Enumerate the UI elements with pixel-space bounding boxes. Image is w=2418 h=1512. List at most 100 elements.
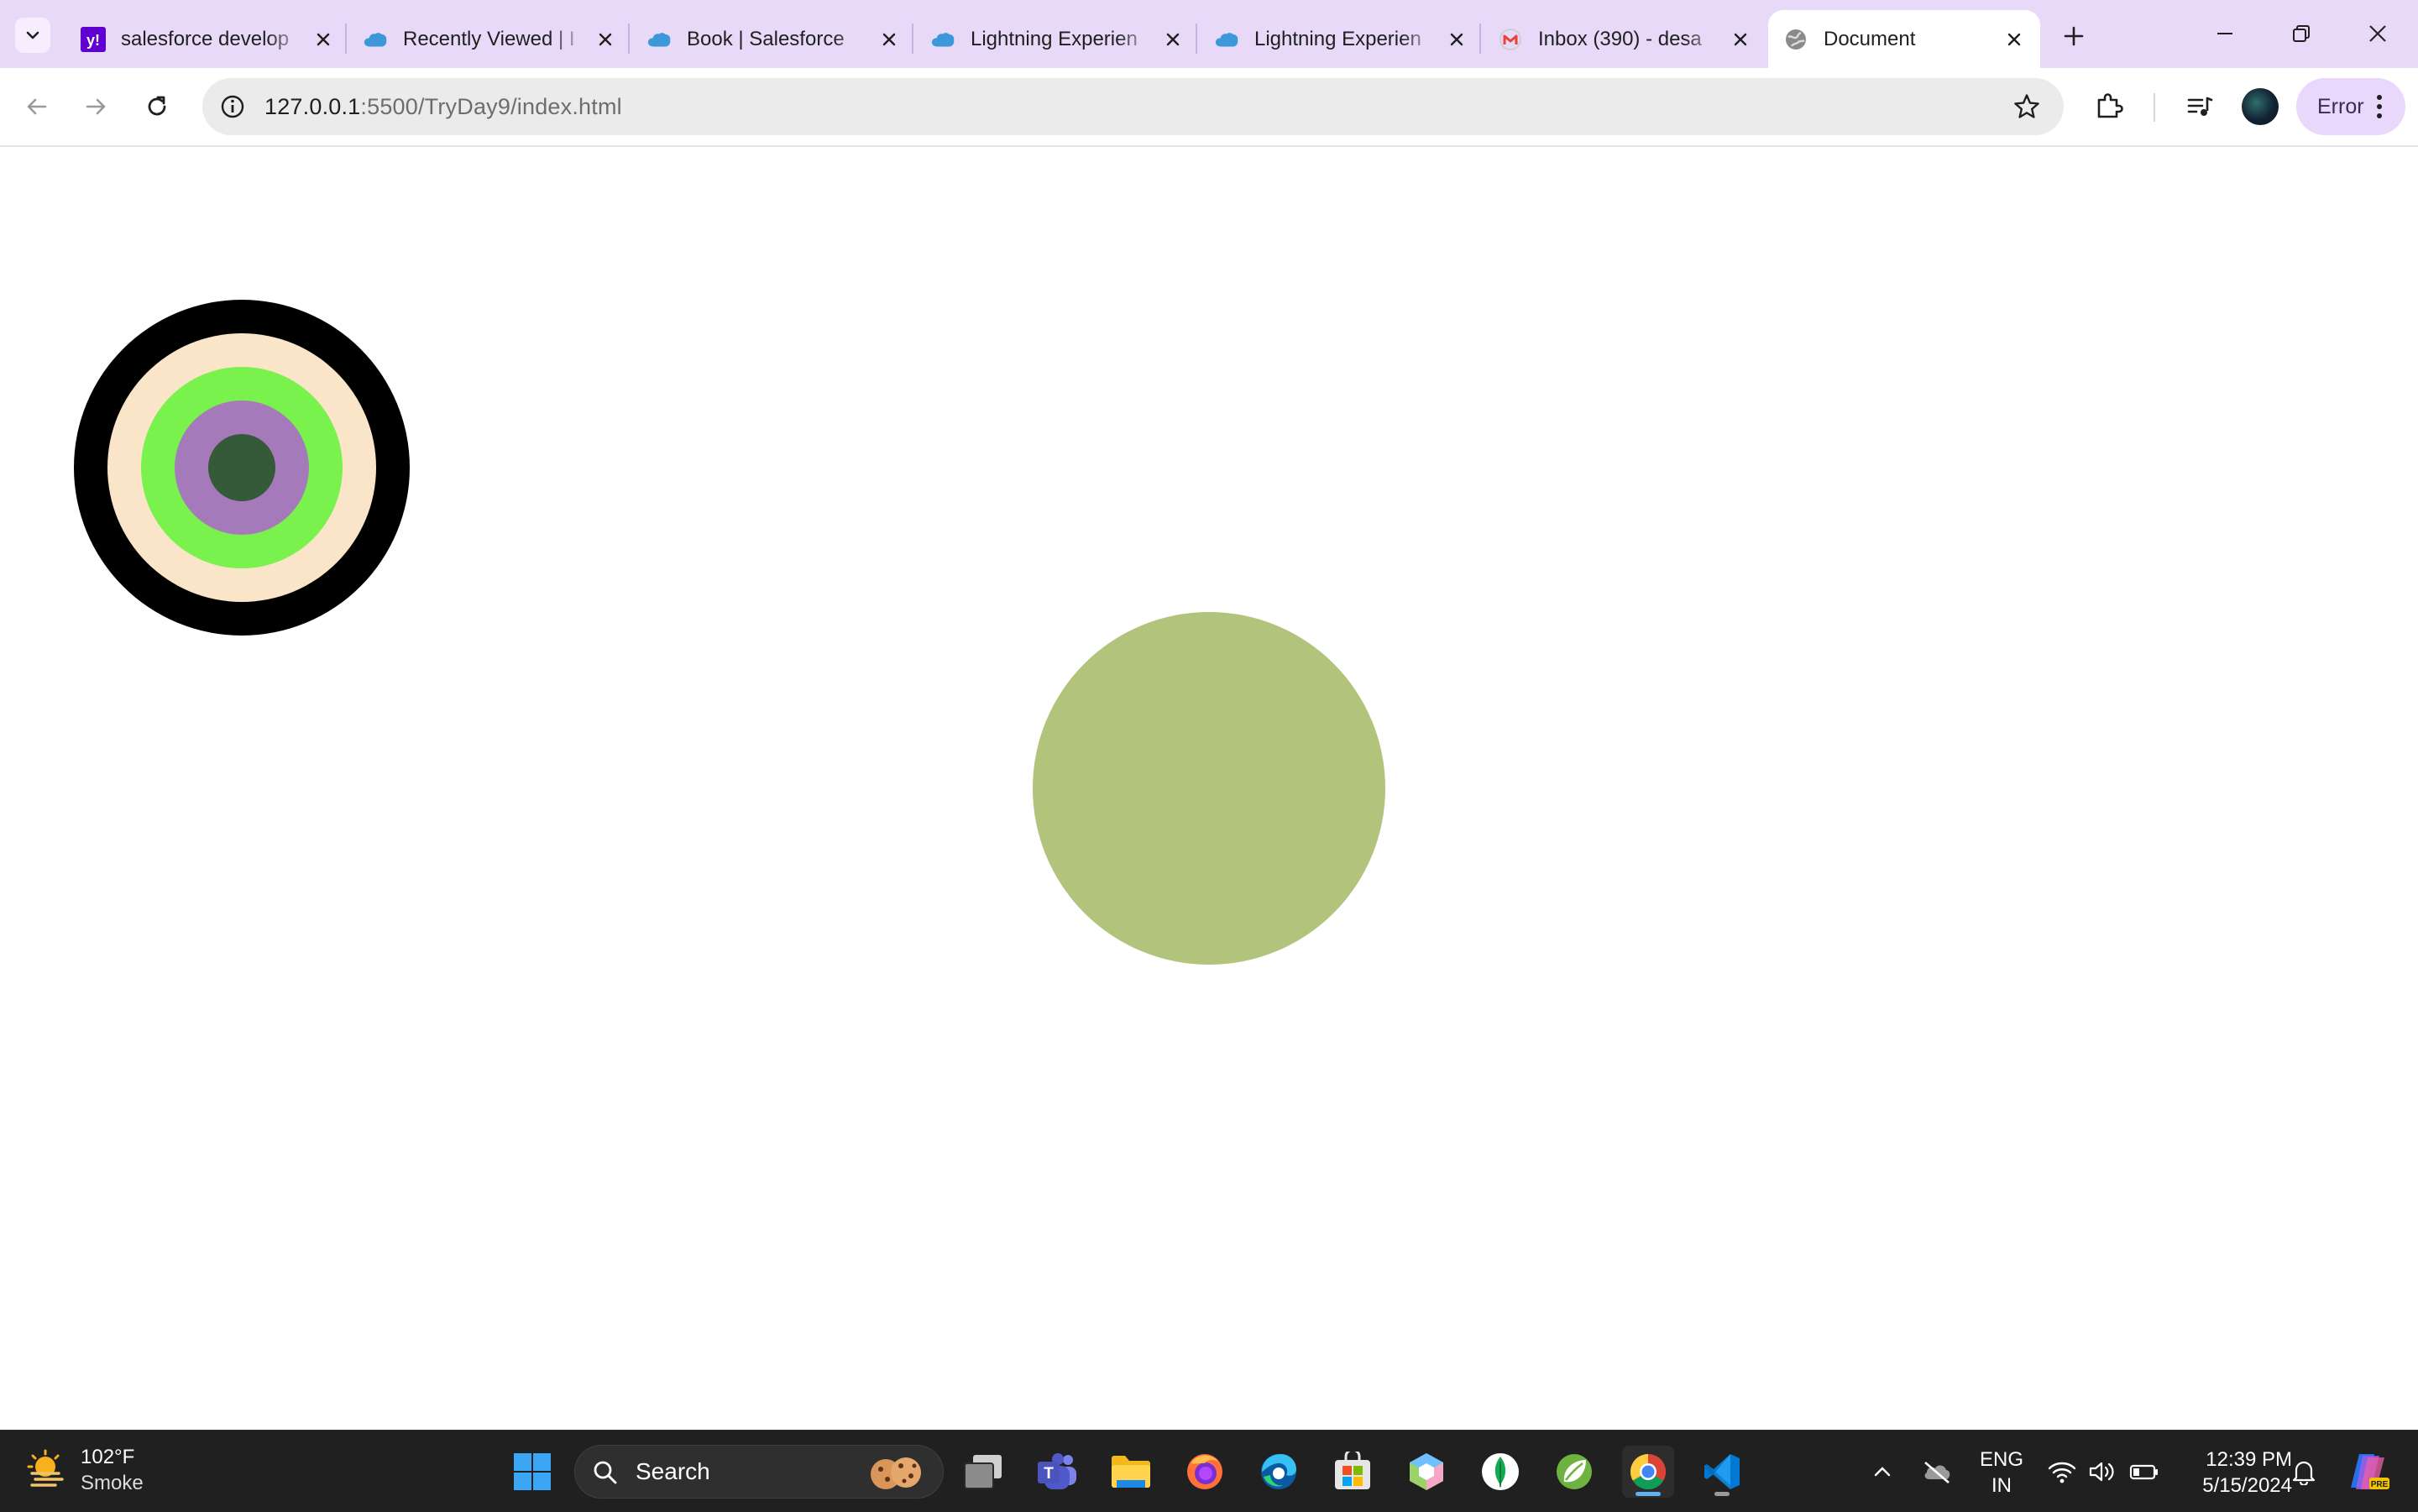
taskbar-file-explorer[interactable] <box>1105 1446 1157 1498</box>
tab-close-icon[interactable] <box>877 27 902 52</box>
minimize-button[interactable] <box>2200 13 2250 54</box>
browser-tab-active[interactable]: Document <box>1768 10 2040 68</box>
notifications-button[interactable] <box>2287 1446 2321 1498</box>
green-circle <box>1033 612 1385 965</box>
store-icon <box>1335 1452 1370 1489</box>
clock-date: 5/15/2024 <box>2202 1474 2292 1497</box>
onedrive-status[interactable] <box>1918 1446 1955 1498</box>
mongodb-leaf-icon <box>1482 1453 1519 1490</box>
region-code: IN <box>1991 1474 2012 1497</box>
browser-tab[interactable]: y! salesforce develop <box>65 10 349 68</box>
taskbar-app-hexagon[interactable] <box>1400 1446 1452 1498</box>
tab-divider <box>912 24 913 54</box>
url-path: :5500/TryDay9/index.html <box>360 94 622 119</box>
svg-text:y!: y! <box>86 32 100 49</box>
url-text[interactable]: 127.0.0.1:5500/TryDay9/index.html <box>264 78 622 135</box>
taskbar-task-view[interactable] <box>957 1446 1009 1498</box>
browser-tab[interactable]: Book | Salesforce <box>631 10 915 68</box>
globe-icon <box>1783 27 1808 52</box>
yahoo-icon: y! <box>81 26 106 52</box>
tab-title: Book | Salesforce <box>687 27 845 50</box>
browser-tab[interactable]: Inbox (390) - desa <box>1483 10 1766 68</box>
teams-icon: T <box>1038 1453 1076 1489</box>
taskbar-teams[interactable]: T <box>1031 1446 1083 1498</box>
edge-icon <box>1261 1454 1296 1489</box>
search-icon <box>594 1461 617 1484</box>
system-clock[interactable]: 12:39 PM 5/15/2024 <box>2175 1447 2292 1499</box>
reload-button[interactable] <box>137 86 177 127</box>
windows-taskbar: 102°F Smoke Search T ENG IN 12:39 PM 5/1… <box>0 1430 2418 1512</box>
new-tab-button[interactable] <box>2055 18 2092 55</box>
wifi-icon <box>2048 1462 2076 1483</box>
language-code: ENG <box>1979 1448 2023 1471</box>
salesforce-cloud-icon <box>363 27 388 52</box>
svg-text:PRE: PRE <box>2371 1480 2389 1489</box>
browser-toolbar: 127.0.0.1:5500/TryDay9/index.html Error <box>0 68 2418 147</box>
network-status[interactable] <box>2045 1446 2079 1498</box>
start-button[interactable] <box>506 1446 558 1498</box>
taskbar-search-box[interactable]: Search <box>574 1445 944 1499</box>
taskbar-microsoft-store[interactable] <box>1327 1446 1379 1498</box>
salesforce-cloud-icon <box>1214 27 1239 52</box>
tab-close-icon[interactable] <box>1444 27 1469 52</box>
copilot-button[interactable]: PRE <box>2342 1446 2394 1498</box>
gmail-icon <box>1498 27 1523 52</box>
close-icon <box>2369 25 2386 42</box>
browser-tab[interactable]: Recently Viewed | I <box>348 10 631 68</box>
weather-sun-haze-icon <box>27 1449 64 1487</box>
media-controls-icon[interactable] <box>2180 86 2220 127</box>
taskbar-mongodb[interactable] <box>1474 1446 1526 1498</box>
folder-icon <box>1112 1456 1150 1488</box>
bookmark-star-icon[interactable] <box>2008 88 2045 125</box>
firefox-icon <box>1187 1454 1222 1489</box>
tab-close-icon[interactable] <box>1160 27 1185 52</box>
close-window-button[interactable] <box>2353 13 2403 54</box>
extensions-puzzle-icon[interactable] <box>2089 86 2129 127</box>
tab-divider <box>1196 24 1197 54</box>
taskbar-firefox[interactable] <box>1179 1446 1231 1498</box>
profile-avatar[interactable] <box>2242 88 2279 125</box>
tab-close-icon[interactable] <box>2002 27 2027 52</box>
tab-title: Recently Viewed | I <box>403 27 575 50</box>
arrow-right-icon <box>86 98 106 115</box>
site-info-icon[interactable] <box>214 88 251 125</box>
volume-control[interactable] <box>2086 1446 2119 1498</box>
input-language[interactable]: ENG IN <box>1977 1447 2026 1499</box>
browser-tab[interactable]: Lightning Experien <box>915 10 1199 68</box>
address-bar[interactable]: 127.0.0.1:5500/TryDay9/index.html <box>202 78 2064 135</box>
restore-button[interactable] <box>2276 13 2326 54</box>
search-placeholder: Search <box>636 1458 710 1484</box>
tab-divider <box>1479 24 1481 54</box>
vscode-icon <box>1704 1454 1740 1489</box>
back-button[interactable] <box>17 86 57 127</box>
speaker-icon <box>2089 1462 2114 1482</box>
profile-error-label: Error <box>2317 94 2364 118</box>
toolbar-divider <box>2154 93 2155 122</box>
taskbar-edge[interactable] <box>1253 1446 1305 1498</box>
cloud-offline-icon <box>1924 1462 1950 1483</box>
weather-condition: Smoke <box>81 1472 144 1494</box>
profile-error-button[interactable]: Error <box>2296 78 2405 135</box>
chevron-down-icon <box>26 31 39 39</box>
tab-title: Lightning Experien <box>971 27 1138 50</box>
tab-close-icon[interactable] <box>593 27 618 52</box>
show-hidden-icons-button[interactable] <box>1866 1446 1899 1498</box>
tab-divider <box>345 24 347 54</box>
page-viewport <box>0 147 2418 1430</box>
chevron-up-icon <box>1874 1467 1891 1477</box>
target-center <box>208 434 275 501</box>
forward-button[interactable] <box>76 86 116 127</box>
tab-title: Document <box>1824 27 1916 50</box>
browser-tab[interactable]: Lightning Experien <box>1199 10 1483 68</box>
taskbar-chrome[interactable] <box>1622 1446 1674 1498</box>
running-indicator <box>1714 1492 1730 1496</box>
svg-text:T: T <box>1044 1465 1054 1483</box>
task-view-icon <box>964 1455 1002 1489</box>
tab-close-icon[interactable] <box>1728 27 1753 52</box>
tab-close-icon[interactable] <box>311 27 336 52</box>
tab-search-button[interactable] <box>15 18 50 53</box>
weather-widget[interactable]: 102°F Smoke <box>25 1444 144 1496</box>
taskbar-vscode[interactable] <box>1696 1446 1748 1498</box>
taskbar-spring-tools[interactable] <box>1548 1446 1600 1498</box>
battery-status[interactable] <box>2126 1446 2163 1498</box>
